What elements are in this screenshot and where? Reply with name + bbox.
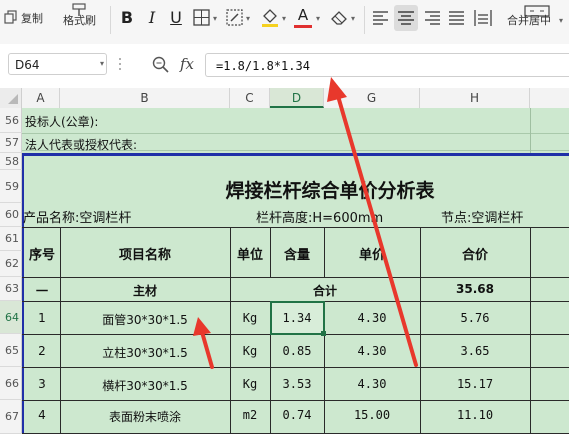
annotation-arrow-cell	[193, 317, 214, 369]
annotation-arrow-formula	[327, 77, 418, 367]
annotation-arrows	[193, 77, 418, 369]
